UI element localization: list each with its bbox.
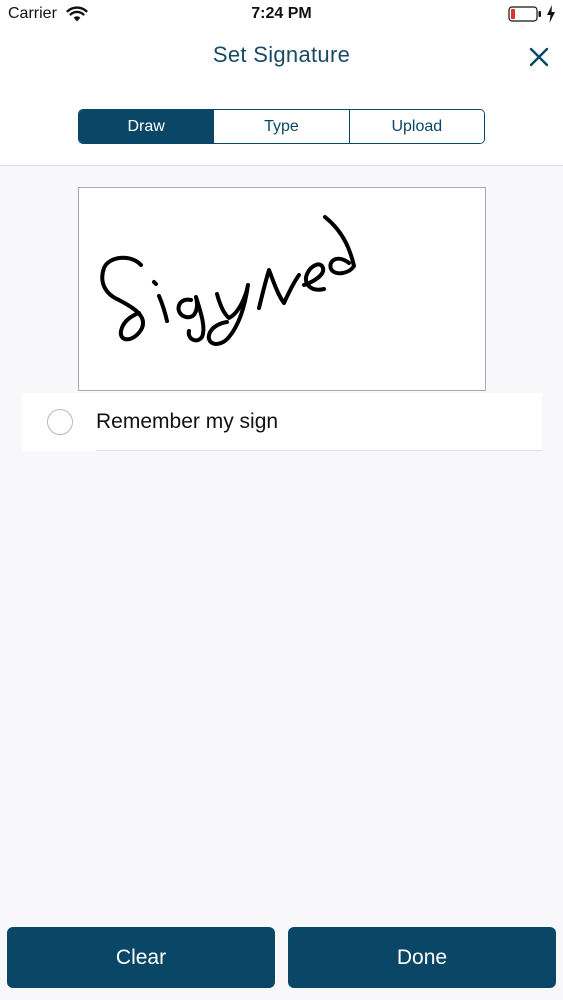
- remember-sign-row[interactable]: Remember my sign: [22, 393, 542, 451]
- signature-pad[interactable]: [78, 187, 486, 391]
- header-area: Carrier 7:24 PM Set Signature Draw Type …: [0, 0, 563, 166]
- battery-low-icon: [508, 6, 541, 22]
- signature-stroke-drawing: [100, 215, 356, 346]
- close-icon: [529, 47, 549, 67]
- tab-draw[interactable]: Draw: [79, 110, 215, 143]
- charging-bolt-icon: [547, 5, 555, 23]
- done-button[interactable]: Done: [288, 927, 556, 988]
- remember-sign-label: Remember my sign: [96, 410, 279, 433]
- tab-upload[interactable]: Upload: [349, 110, 484, 143]
- page-title: Set Signature: [212, 42, 351, 67]
- close-button[interactable]: [524, 42, 554, 72]
- status-time: 7:24 PM: [251, 5, 312, 22]
- tab-type[interactable]: Type: [214, 110, 350, 143]
- status-bar: Carrier 7:24 PM: [0, 0, 563, 30]
- remember-sign-radio[interactable]: [47, 409, 73, 435]
- signature-mode-tabs: Draw Type Upload: [78, 109, 485, 144]
- clear-button[interactable]: Clear: [7, 927, 275, 988]
